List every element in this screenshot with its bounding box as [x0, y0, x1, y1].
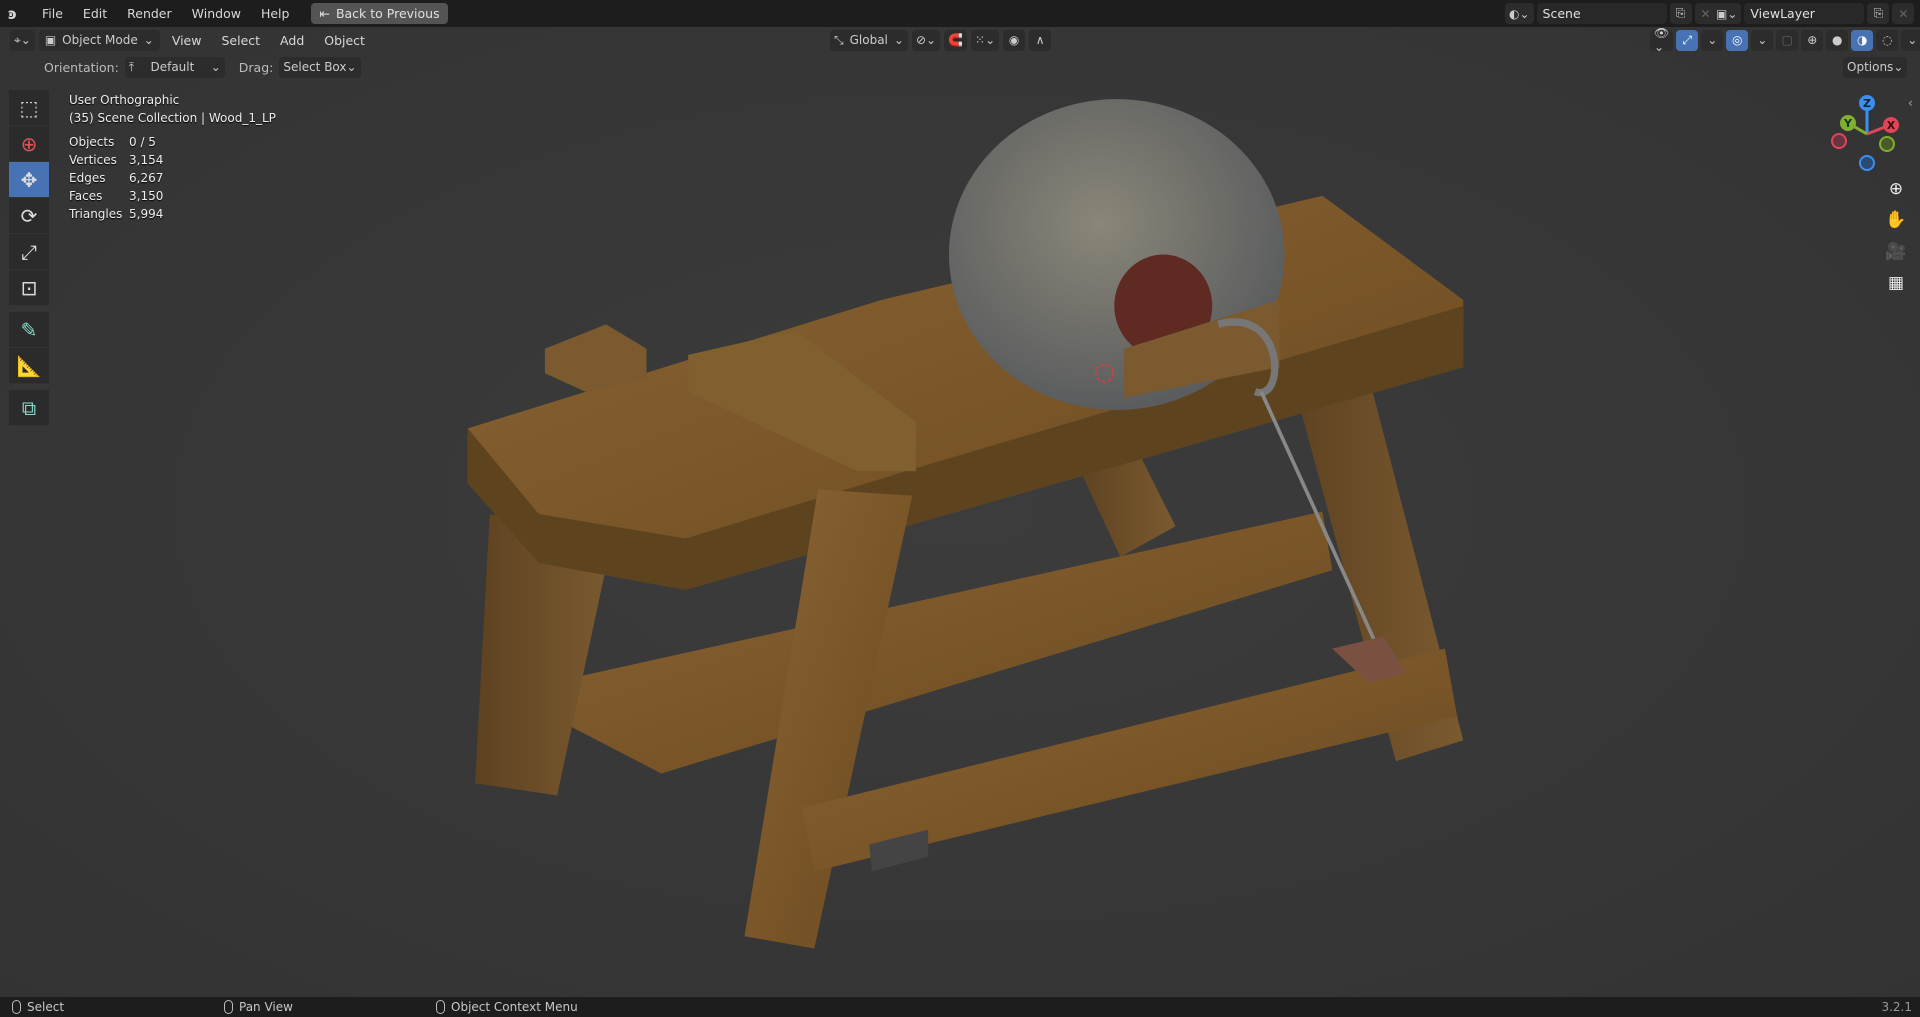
navigation-gizmo[interactable]: Z X Y [1820, 90, 1910, 180]
overlay-dropdown-icon[interactable]: ⌄ [1751, 29, 1774, 51]
blender-logo-icon[interactable]: ͽ [8, 5, 30, 23]
mouse-right-icon [436, 1000, 445, 1014]
gizmo-z-label[interactable]: Z [1863, 97, 1871, 110]
measure-tool-icon[interactable]: 📐 [9, 348, 49, 384]
gizmo-neg-y [1879, 136, 1895, 152]
viewport-3d-scene[interactable] [0, 0, 1920, 1017]
viewport-header: ⌖⌄ ▣ Object Mode ⌄ View Select Add Object … [0, 26, 1920, 54]
orientation-default-icon: ⤒ [128, 59, 135, 74]
add-cube-tool-icon[interactable]: ⧉ [9, 390, 49, 426]
back-to-previous-button[interactable]: ⇤ Back to Previous [311, 3, 448, 24]
mouse-middle-icon [224, 1000, 233, 1014]
gizmo-neg-x [1831, 133, 1847, 149]
annotate-tool-icon[interactable]: ✎ [9, 312, 49, 348]
sidebar-toggle-icon[interactable]: ‹ [1908, 96, 1913, 110]
menu-window[interactable]: Window [184, 3, 249, 24]
menu-edit[interactable]: Edit [75, 3, 115, 24]
wireframe-shading-icon[interactable]: ⊕ [1801, 29, 1824, 51]
drag-label: Drag: [238, 59, 274, 75]
top-bar: ͽ File Edit Render Window Help ⇤ Back to … [0, 0, 1920, 27]
gizmo-neg-z [1859, 155, 1875, 171]
cursor-tool-icon[interactable]: ⊕ [9, 126, 49, 162]
snap-toggle-icon[interactable]: 🧲 [944, 29, 968, 51]
mouse-left-icon [12, 1000, 21, 1014]
transform-orientation-dropdown[interactable]: ⤡ Global ⌄ [830, 29, 908, 51]
scale-tool-icon[interactable]: ⤢ [9, 234, 49, 270]
menu-select[interactable]: Select [213, 30, 268, 51]
pan-hand-icon[interactable]: ✋ [1880, 204, 1912, 236]
back-icon: ⇤ [319, 6, 330, 21]
menu-object[interactable]: Object [316, 30, 373, 51]
view-layer-selector-icon[interactable]: ▣⌄ [1712, 3, 1742, 24]
drag-dropdown[interactable]: Select Box ⌄ [279, 56, 361, 78]
camera-view-icon[interactable]: 🎥 [1880, 236, 1912, 268]
proportional-editing-icon[interactable]: ◉ [1003, 29, 1026, 51]
scene-selector-icon[interactable]: ◐⌄ [1505, 3, 1534, 24]
options-dropdown[interactable]: Options ⌄ [1843, 56, 1908, 78]
rotate-tool-icon[interactable]: ⟳ [9, 198, 49, 234]
overlay-toggle-icon[interactable]: ◎ [1726, 29, 1749, 51]
select-box-tool-icon[interactable]: ⬚ [9, 90, 49, 126]
perspective-grid-icon[interactable]: ▦ [1880, 267, 1912, 299]
visibility-icon[interactable]: 👁⌄ [1650, 26, 1674, 54]
scene-statistics: Objects 0 / 5 Vertices 3,154 Edges 6,267 Fa… [69, 135, 164, 221]
new-scene-icon[interactable]: ⎘ [1669, 3, 1692, 24]
zoom-view-icon[interactable]: ⊕ [1880, 173, 1912, 205]
pivot-point-icon[interactable]: ⊘⌄ [911, 29, 941, 51]
viewport-info-overlay: User Orthographic (35) Scene Collection … [69, 91, 276, 223]
tool-settings-bar: Orientation: ⤒ Default ⌄ Drag: Select Box … [0, 55, 1920, 79]
gizmo-y-label[interactable]: Y [1843, 117, 1853, 130]
snap-target-icon[interactable]: ⁙⌄ [971, 29, 1000, 51]
shading-dropdown-icon[interactable]: ⌄ [1901, 29, 1920, 51]
editor-type-icon[interactable]: ⌖⌄ [10, 29, 35, 51]
gizmo-x-label[interactable]: X [1887, 119, 1896, 132]
material-shading-icon[interactable]: ◑ [1851, 29, 1874, 51]
menu-help[interactable]: Help [253, 3, 298, 24]
menu-file[interactable]: File [34, 3, 71, 24]
version-label: 3.2.1 [1881, 1000, 1912, 1014]
xray-toggle-icon[interactable]: ▢ [1776, 29, 1799, 51]
orientation-label: Orientation: [44, 59, 119, 75]
orientation-dropdown[interactable]: ⤒ Default ⌄ [124, 56, 225, 78]
orientation-icon: ⤡ [834, 32, 844, 47]
view-layer-field[interactable]: ViewLayer [1744, 3, 1865, 24]
solid-shading-icon[interactable]: ● [1826, 29, 1849, 51]
mode-selector[interactable]: ▣ Object Mode ⌄ [38, 29, 160, 51]
move-tool-icon[interactable]: ✥ [9, 162, 49, 198]
collection-info: (35) Scene Collection | Wood_1_LP [69, 111, 276, 125]
falloff-icon[interactable]: ∧ [1029, 29, 1052, 51]
tool-shelf: ⬚ ⊕ ✥ ⟳ ⤢ ⊡ ✎ 📐 ⧉ [9, 90, 51, 426]
remove-view-layer-icon[interactable]: ✕ [1892, 3, 1915, 24]
status-bar: Select Pan View Object Context Menu 3.2.… [0, 997, 1920, 1017]
gizmo-dropdown-icon[interactable]: ⌄ [1701, 29, 1724, 51]
transform-tool-icon[interactable]: ⊡ [9, 270, 49, 306]
rendered-shading-icon[interactable]: ◌ [1876, 29, 1899, 51]
new-view-layer-icon[interactable]: ⎘ [1867, 3, 1890, 24]
scene-name-field[interactable]: Scene [1536, 3, 1667, 24]
view-name: User Orthographic [69, 93, 180, 107]
menu-render[interactable]: Render [119, 3, 180, 24]
menu-view[interactable]: View [164, 30, 210, 51]
object-mode-icon: ▣ [44, 33, 57, 47]
gizmo-toggle-icon[interactable]: ⤢ [1676, 29, 1699, 51]
menu-add[interactable]: Add [272, 30, 312, 51]
